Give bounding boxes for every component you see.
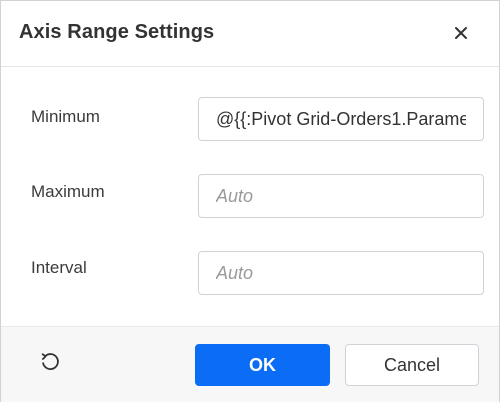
interval-input[interactable] (198, 251, 484, 295)
ok-button[interactable]: OK (195, 344, 330, 386)
maximum-label: Maximum (31, 182, 105, 201)
reset-icon (41, 353, 59, 370)
dialog-footer: OK Cancel (1, 326, 499, 402)
interval-label: Interval (31, 258, 87, 277)
close-button[interactable] (447, 19, 475, 47)
reset-button[interactable] (35, 347, 65, 377)
maximum-input[interactable] (198, 174, 484, 218)
dialog-body: Minimum Maximum Interval (1, 67, 499, 325)
close-icon (455, 27, 467, 39)
dialog-header: Axis Range Settings (1, 1, 499, 67)
dialog-title: Axis Range Settings (19, 21, 215, 43)
minimum-label: Minimum (31, 107, 100, 126)
axis-range-settings-dialog: Axis Range Settings Minimum Maximum Inte… (0, 0, 500, 402)
cancel-button[interactable]: Cancel (345, 344, 479, 386)
minimum-input[interactable] (198, 97, 484, 141)
